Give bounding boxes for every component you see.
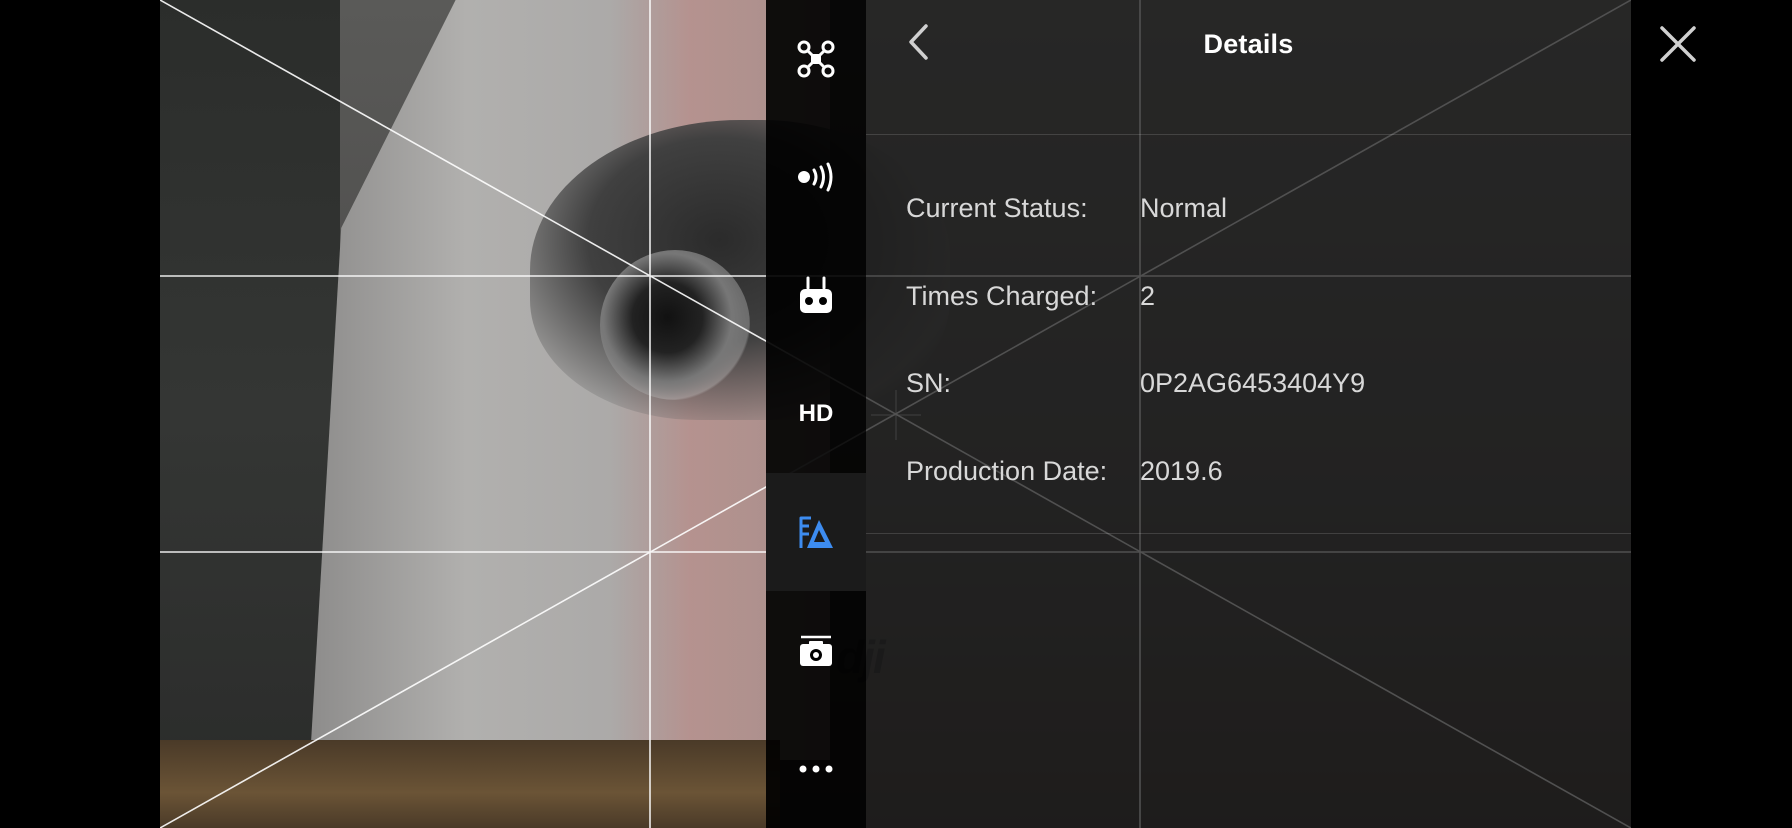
sidebar-item-hd[interactable]: HD (766, 355, 866, 473)
camera-scene-desk (160, 740, 780, 828)
back-button[interactable] (896, 22, 940, 66)
sidebar-item-remote-controller[interactable] (766, 237, 866, 355)
detail-label: Current Status: (906, 192, 1088, 223)
detail-value: 2019.6 (1140, 455, 1223, 486)
settings-sidebar: HD (766, 0, 866, 828)
detail-row-serial-number: SN: 0P2AG6453404Y9 (906, 363, 1365, 403)
detail-row-production-date: Production Date: 2019.6 (906, 451, 1223, 491)
page-title: Details (1203, 28, 1294, 59)
camera-scene-background (160, 0, 340, 828)
sidebar-item-battery[interactable] (766, 473, 866, 592)
detail-row-current-status: Current Status: Normal (906, 188, 1227, 228)
detail-label: Times Charged: (906, 280, 1098, 311)
hd-label: HD (798, 399, 834, 427)
detail-value: Normal (1140, 192, 1228, 223)
sidebar-item-more[interactable] (766, 710, 866, 828)
detail-label: SN: (906, 367, 952, 398)
detail-value: 2 (1140, 280, 1156, 311)
remote-controller-icon (798, 276, 834, 316)
sidebar-item-transmission[interactable] (766, 118, 866, 236)
sidebar-item-aircraft[interactable] (766, 0, 866, 118)
details-list: Current Status: Normal Times Charged: 2 … (866, 134, 1631, 534)
camera-scene-gimbal (600, 250, 750, 400)
panel-header: Details (866, 0, 1631, 88)
battery-details-panel: Details Current Status: Normal Times Cha… (866, 0, 1631, 828)
chevron-left-icon (906, 23, 930, 66)
camera-icon (798, 634, 834, 668)
detail-label: Production Date: (906, 455, 1108, 486)
signal-icon (796, 162, 836, 192)
drone-icon (796, 39, 836, 79)
sidebar-item-camera[interactable] (766, 592, 866, 710)
close-icon (1658, 24, 1698, 69)
battery-icon (797, 514, 835, 550)
detail-value: 0P2AG6453404Y9 (1140, 367, 1366, 398)
app-screen: dji (0, 0, 1792, 828)
close-button[interactable] (1650, 18, 1706, 74)
more-icon (798, 764, 834, 774)
detail-row-times-charged: Times Charged: 2 (906, 276, 1155, 316)
